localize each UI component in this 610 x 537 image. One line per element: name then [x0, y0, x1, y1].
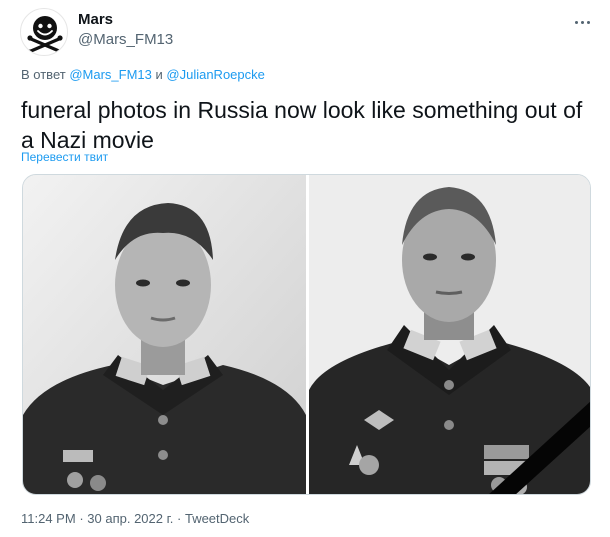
tweet: Mars @Mars_FM13 В ответ @Mars_FM13 и @Ju… [0, 0, 610, 537]
more-options-button[interactable] [568, 8, 596, 36]
tweet-text: funeral photos in Russia now look like s… [21, 97, 583, 153]
more-dot-icon [580, 20, 584, 24]
meta-separator: · [79, 511, 84, 526]
tweet-time[interactable]: 11:24 PM [21, 511, 76, 526]
reply-conjunction: и [155, 67, 163, 82]
tweet-date[interactable]: 30 апр. 2022 г. [87, 511, 173, 526]
tweet-source: TweetDeck [184, 511, 250, 526]
reply-user-link[interactable]: @JulianRoepcke [166, 67, 264, 82]
display-name[interactable]: Mars [78, 11, 173, 29]
reply-user-link[interactable]: @Mars_FM13 [69, 67, 152, 82]
more-dot-icon [574, 20, 578, 24]
photo-1[interactable] [23, 175, 306, 494]
author-block: Mars @Mars_FM13 [78, 11, 173, 50]
reply-prefix: В ответ [21, 67, 66, 82]
translate-link[interactable]: Перевести твит [21, 150, 108, 164]
photo-2[interactable] [309, 175, 590, 494]
reply-context: В ответ @Mars_FM13 и @JulianRoepcke [21, 67, 265, 82]
avatar[interactable] [20, 8, 68, 56]
media-grid [22, 174, 591, 495]
meta-separator: · [177, 511, 182, 526]
portrait-image [23, 175, 306, 494]
more-dot-icon [586, 20, 590, 24]
handle[interactable]: @Mars_FM13 [78, 30, 173, 50]
tweet-meta: 11:24 PM · 30 апр. 2022 г. · TweetDeck [21, 511, 249, 526]
skull-crossbones-icon [27, 16, 63, 55]
portrait-image [309, 175, 590, 494]
